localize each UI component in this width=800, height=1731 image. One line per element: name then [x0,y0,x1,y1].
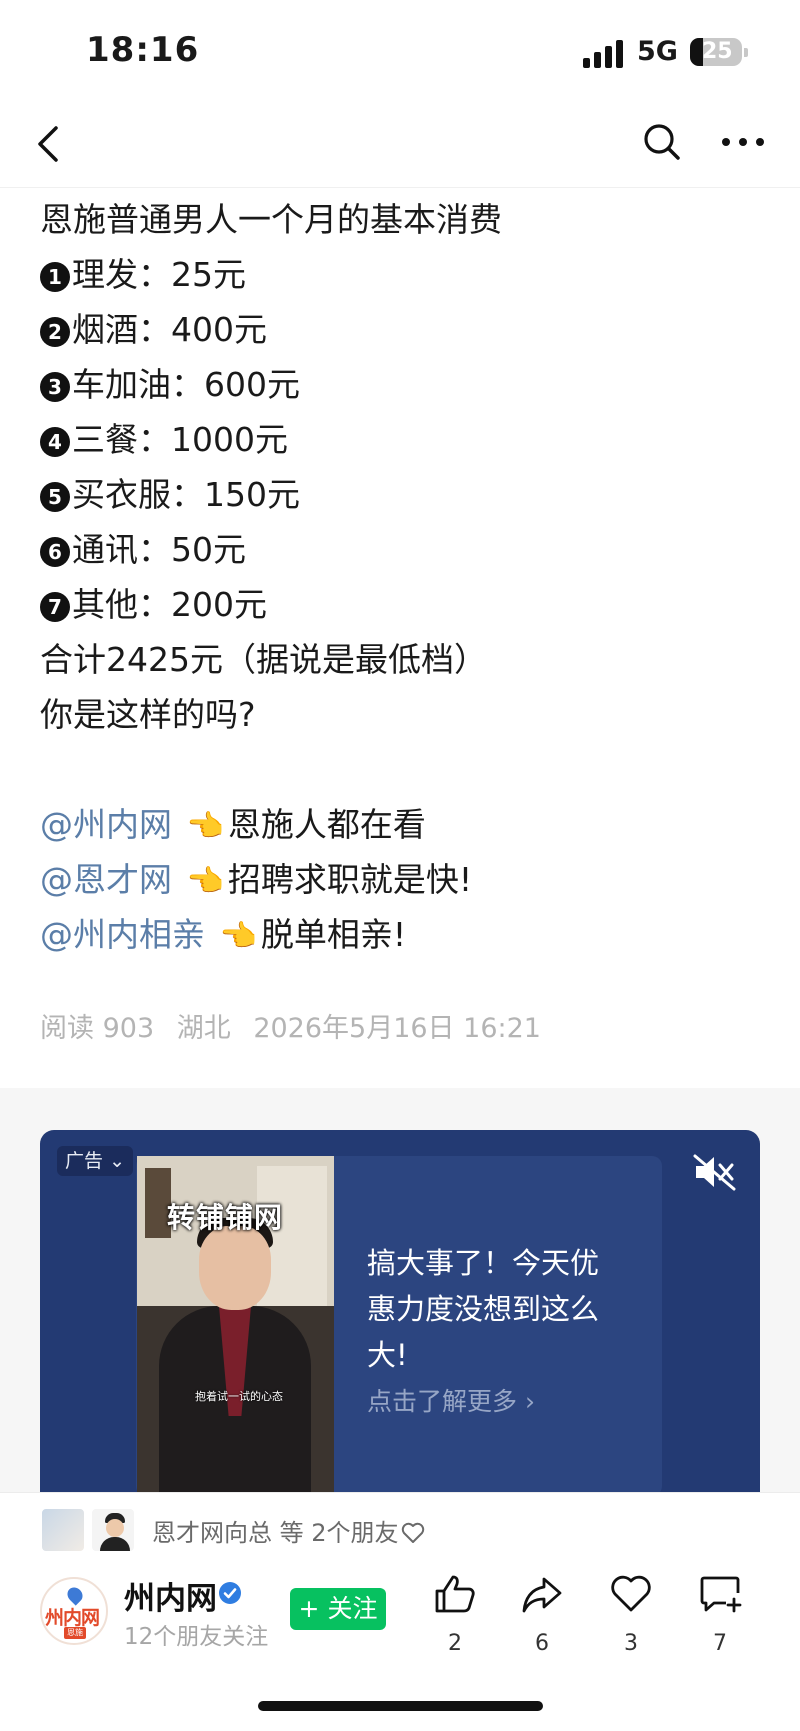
comment-icon [700,1576,742,1613]
list-item: 3 车加油：600元 [40,357,760,412]
list-item: 6 通讯：50元 [40,522,760,577]
share-count: 6 [535,1631,549,1656]
list-item: 4 三餐：1000元 [40,412,760,467]
home-indicator[interactable] [258,1701,543,1711]
thumbs-up-icon [435,1575,475,1613]
mention-line: @恩才网 👈 招聘求职就是快! [40,852,760,907]
number-badge: 1 [40,262,70,292]
question-line: 你是这样的吗? [40,695,256,734]
chevron-down-icon: ⌄ [109,1150,125,1172]
heart-icon [611,1575,651,1612]
mention-text: 招聘求职就是快! [227,860,473,899]
mention-line: @州内网 👈 恩施人都在看 [40,797,760,852]
person-face [199,1226,271,1310]
mention-link[interactable]: @州内相亲 [40,915,205,954]
article-title: 恩施普通男人一个月的基本消费 [40,200,502,239]
like-count: 2 [448,1631,462,1656]
favorite-count: 3 [624,1631,638,1656]
list-item-text: 买衣服：150元 [72,475,300,514]
friends-liked[interactable]: 恩才网向总 等 2个朋友 [152,1513,425,1548]
favorite-button[interactable]: 3 [601,1573,661,1673]
share-icon [522,1577,562,1613]
pointing-hand-icon: 👈 [219,919,257,954]
number-badge: 5 [40,482,70,512]
list-item: 5 买衣服：150元 [40,467,760,522]
account-avatar[interactable]: 州内网 恩施 [40,1577,108,1645]
ad-image-caption: 抱着试一试的心态 [195,1390,283,1403]
comment-button[interactable]: 7 [690,1573,750,1673]
number-badge: 3 [40,372,70,402]
list-item: 1 理发：25元 [40,247,760,302]
verified-icon [219,1582,241,1604]
network-label: 5G [637,36,678,67]
friend-avatar [90,1507,136,1553]
bottom-bar: 恩才网向总 等 2个朋友 州内网 恩施 州内网 12个朋友关注 + 关注 2 6… [0,1492,800,1731]
ad-headline[interactable]: 搞大事了！今天优惠力度没想到这么大! [367,1240,627,1378]
mention-text: 脱单相亲! [260,915,407,954]
status-time: 18:16 [86,30,200,70]
pointing-hand-icon: 👈 [186,809,224,844]
list-item: 2 烟酒：400元 [40,302,760,357]
ad-image[interactable]: 转铺铺网 抱着试一试的心态 [137,1156,334,1492]
number-badge: 2 [40,317,70,347]
mention-line: @州内相亲 👈 脱单相亲! [40,907,760,962]
total-line: 合计2425元（据说是最低档） [40,640,487,679]
list-item-text: 通讯：50元 [72,530,246,569]
more-dots-icon[interactable] [718,120,768,164]
publish-time: 2026年5月16日 16:21 [253,1013,541,1044]
battery-tip [744,48,748,57]
account-followers: 12个朋友关注 [124,1624,269,1650]
number-badge: 6 [40,537,70,567]
status-bar: 18:16 5G 25 [0,0,800,100]
friends-liked-text: 恩才网向总 等 2个朋友 [152,1519,399,1547]
account-name[interactable]: 州内网 [124,1573,217,1618]
search-icon[interactable] [640,120,684,164]
heart-icon [401,1522,424,1543]
mention-link[interactable]: @恩才网 [40,860,172,899]
number-badge: 7 [40,592,70,622]
battery-icon: 25 [690,38,742,66]
mute-icon[interactable] [692,1152,738,1192]
list-item-text: 其他：200元 [72,585,267,624]
list-item-text: 三餐：1000元 [72,420,288,459]
ad-image-title: 转铺铺网 [167,1201,284,1234]
read-count: 阅读 903 [40,1013,155,1044]
number-badge: 4 [40,427,70,457]
pointing-hand-icon: 👈 [186,864,224,899]
signal-icon [583,40,625,68]
ad-tag[interactable]: 广告 ⌄ [57,1146,133,1176]
chevron-left-icon[interactable] [30,122,70,166]
list-item-text: 理发：25元 [72,255,246,294]
list-item: 7 其他：200元 [40,577,760,632]
mention-text: 恩施人都在看 [227,805,426,844]
share-button[interactable]: 6 [512,1573,572,1673]
mention-link[interactable]: @州内网 [40,805,172,844]
ad-cta-link[interactable]: 点击了解更多 › [367,1382,535,1418]
like-button[interactable]: 2 [425,1573,485,1673]
follow-button[interactable]: + 关注 [290,1588,386,1630]
list-item-text: 烟酒：400元 [72,310,267,349]
avatar-logo-text: 州内网 [45,1607,100,1629]
avatar-logo-sub: 恩施 [64,1627,86,1639]
comment-count: 7 [713,1631,727,1656]
article-meta: 阅读 903 湖北 2026年5月16日 16:21 [40,1006,555,1045]
friend-avatar [40,1507,86,1553]
battery-level: 25 [702,39,733,64]
list-item-text: 车加油：600元 [72,365,300,404]
ad-tag-label: 广告 [65,1150,104,1172]
nav-bar [0,100,800,188]
location: 湖北 [176,1013,231,1044]
article-body: 恩施普通男人一个月的基本消费 1 理发：25元 2 烟酒：400元 3 车加油：600… [40,192,760,962]
